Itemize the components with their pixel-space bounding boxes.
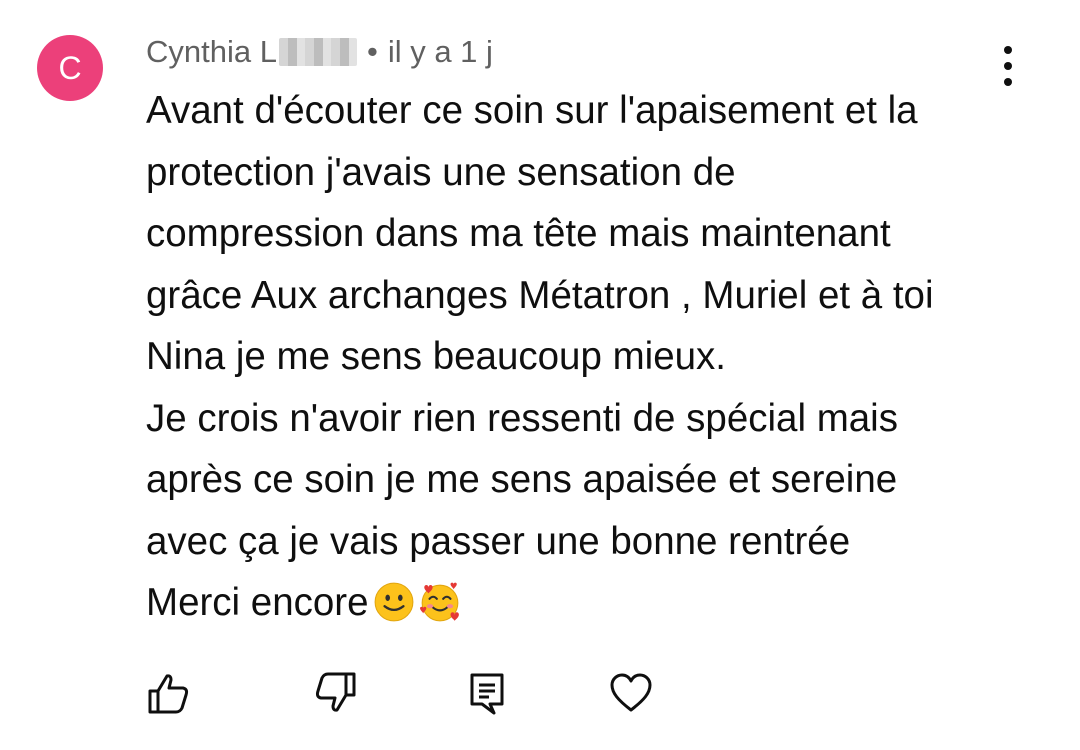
comment-header: Cynthia L • il y a 1 j bbox=[146, 31, 493, 73]
comment-line: protection j'avais une sensation de bbox=[146, 150, 736, 194]
comment-line: Merci encore bbox=[146, 581, 369, 624]
comment-line: après ce soin je me sens apaisée et sere… bbox=[146, 458, 898, 501]
reply-icon[interactable] bbox=[464, 670, 510, 716]
comment-last-line: Merci encore bbox=[146, 572, 1051, 634]
more-dot bbox=[1004, 62, 1012, 70]
author-name[interactable]: Cynthia L bbox=[146, 34, 277, 70]
smiling-face-with-hearts-icon bbox=[419, 582, 459, 622]
thumbs-down-icon[interactable] bbox=[312, 670, 358, 716]
comment-actions bbox=[146, 670, 666, 715]
redacted-name-block bbox=[278, 38, 357, 66]
heart-icon[interactable] bbox=[608, 670, 654, 716]
more-dot bbox=[1004, 46, 1012, 54]
comment-line: Avant d'écouter ce soin sur l'apaisement… bbox=[146, 89, 918, 132]
thumbs-up-icon[interactable] bbox=[146, 670, 192, 716]
comment-line: Je crois n'avoir rien ressenti de spécia… bbox=[146, 396, 898, 440]
comment-line: Nina je me sens beaucoup mieux. bbox=[146, 335, 726, 378]
avatar[interactable]: C bbox=[37, 35, 103, 101]
comment-body: Avant d'écouter ce soin sur l'apaisement… bbox=[146, 80, 1051, 634]
comment-card: C Cynthia L • il y a 1 j Avant d'écouter… bbox=[0, 0, 1080, 750]
slightly-smiling-face-icon bbox=[374, 582, 413, 622]
comment-line: compression dans ma tête mais maintenant bbox=[146, 212, 891, 255]
timestamp[interactable]: il y a 1 j bbox=[388, 34, 493, 70]
comment-line: avec ça je vais passer une bonne rentrée bbox=[146, 519, 851, 563]
comment-line: grâce Aux archanges Métatron , Muriel et… bbox=[146, 273, 934, 317]
separator-dot: • bbox=[366, 34, 378, 69]
avatar-letter: C bbox=[58, 50, 82, 86]
